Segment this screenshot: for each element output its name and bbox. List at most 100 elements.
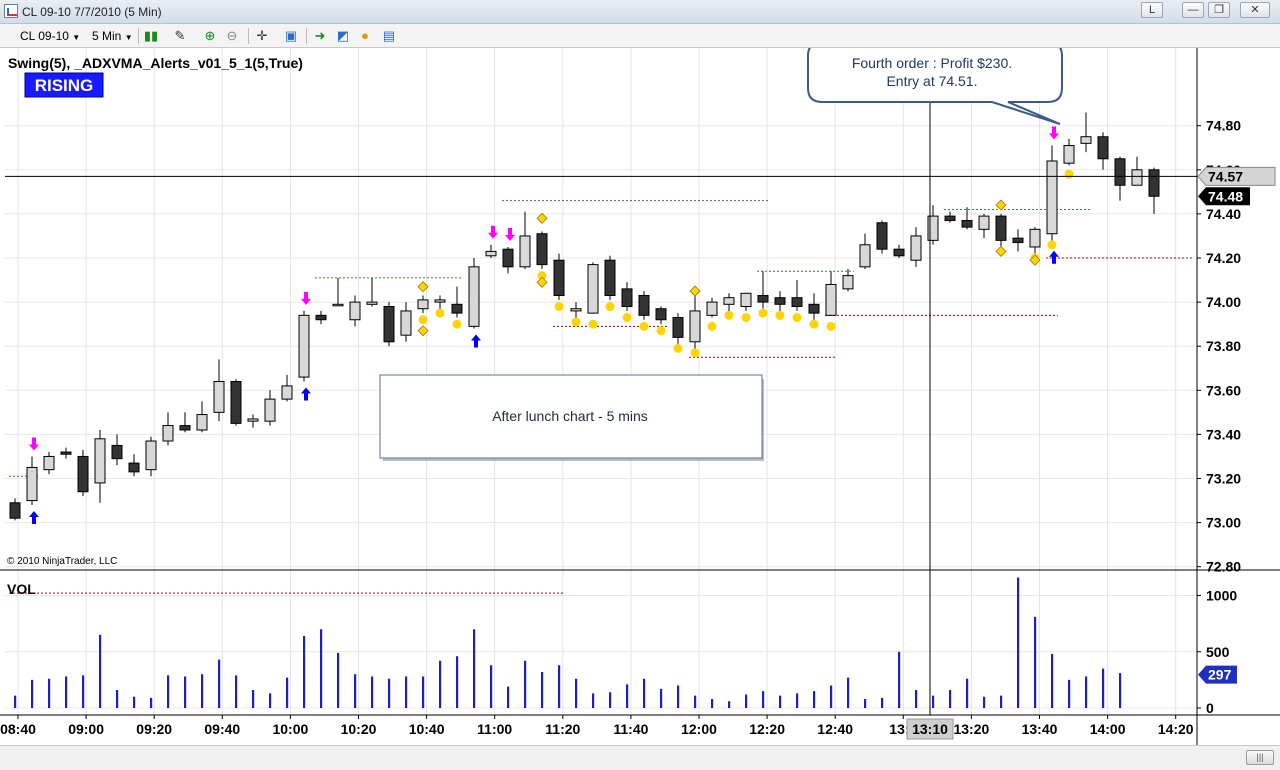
x-tick-label: 08:40 <box>0 721 36 737</box>
adxvma-dot <box>673 343 683 353</box>
candle-body <box>791 297 803 308</box>
minimize-button[interactable]: — <box>1182 2 1204 18</box>
volume-bar <box>388 678 391 708</box>
chart-toolbar: CL 09-10 ▼ 5 Min ▼ ▮▮ ✎ ⊕ ⊖ ✛ ▣ ➜ ◩ ● ▤ <box>0 24 1280 48</box>
adxvma-dots <box>417 169 1074 358</box>
adxvma-dot <box>571 317 581 327</box>
candle-body <box>400 310 412 336</box>
swing-diamond <box>536 212 548 224</box>
adxvma-dot <box>622 313 632 323</box>
x-tick-label: 12:40 <box>817 721 853 737</box>
candle-body <box>519 235 531 268</box>
volume-bar <box>643 678 646 708</box>
volume-bar <box>796 693 799 708</box>
candle-body <box>196 414 208 431</box>
y-tick-label: 73.00 <box>1206 515 1241 531</box>
data-box-icon[interactable]: ▤ <box>381 28 397 44</box>
volume-bar <box>31 679 34 708</box>
volume-bar <box>847 677 850 708</box>
candle-body <box>502 248 514 268</box>
candle-body <box>1063 145 1075 164</box>
volume-bar <box>286 677 289 708</box>
x-tick-label: 14:20 <box>1158 721 1194 737</box>
adxvma-dot <box>639 321 649 331</box>
volume-bar <box>218 659 221 708</box>
horizontal-scrollbar[interactable]: ||| <box>0 745 1280 770</box>
close-button[interactable]: ✕ <box>1240 2 1270 18</box>
volume-bar <box>694 695 697 708</box>
volume-bar <box>1085 676 1088 708</box>
adxvma-dot <box>741 313 751 323</box>
candle-body <box>451 303 463 314</box>
properties-icon[interactable]: ▣ <box>283 28 299 44</box>
y-tick-label: 72.80 <box>1206 559 1241 575</box>
coin-icon[interactable]: ● <box>357 28 373 44</box>
sell-arrow <box>505 227 515 241</box>
volume-bar <box>1102 668 1105 708</box>
buy-arrow <box>1049 250 1059 264</box>
instrument-selector[interactable]: CL 09-10 ▼ <box>20 28 80 44</box>
y-tick-label: 74.20 <box>1206 250 1241 266</box>
candle-body <box>621 288 633 308</box>
volume-bar <box>490 665 493 708</box>
volume-bar <box>133 696 136 708</box>
sell-arrow <box>1049 126 1059 140</box>
scroll-thumb[interactable]: ||| <box>1246 750 1274 765</box>
candle-body <box>315 314 327 321</box>
interval-label: 5 Min <box>92 29 122 43</box>
candle-body <box>842 275 854 290</box>
volume-bar <box>745 694 748 708</box>
volume-bar <box>235 675 238 708</box>
volume-tick-label: 1000 <box>1206 588 1237 604</box>
candle-body <box>774 297 786 305</box>
maximize-button[interactable]: ❐ <box>1208 2 1230 18</box>
candle-body <box>604 259 616 296</box>
zoom-out-icon[interactable]: ⊖ <box>224 28 240 44</box>
volume-bar <box>966 678 969 708</box>
toolbar-divider <box>306 28 307 44</box>
candle-body <box>468 266 480 327</box>
candle-body <box>995 215 1007 241</box>
candle-body <box>876 222 888 250</box>
sell-arrow <box>488 225 498 239</box>
candle-body <box>706 301 718 316</box>
volume-bar <box>813 691 816 708</box>
volume-bar <box>456 656 459 708</box>
candle-body <box>485 250 497 257</box>
volume-bar <box>1034 616 1037 708</box>
volume-bar <box>439 660 442 708</box>
x-tick-label: 13:20 <box>953 721 989 737</box>
volume-bar <box>150 697 153 708</box>
candle-body <box>349 301 361 321</box>
x-tick-label: 12:20 <box>749 721 785 737</box>
callout-line-1: Fourth order : Profit $230. <box>852 55 1012 71</box>
chart-style-icon[interactable]: ▮▮ <box>143 28 159 44</box>
chart-canvas[interactable]: 08:40 09:00 09:20 09:40 10:00 10:20 10:40 11:00… <box>0 48 1280 745</box>
candle-body <box>1131 169 1143 186</box>
volume-bar <box>558 665 561 708</box>
candle-body <box>808 303 820 314</box>
candle-body <box>366 301 378 305</box>
last-volume-tag: 297 <box>1208 667 1232 683</box>
indicators-icon[interactable]: ◩ <box>335 28 351 44</box>
adxvma-dot <box>418 315 428 325</box>
zoom-in-icon[interactable]: ⊕ <box>202 28 218 44</box>
volume-bar <box>728 701 731 708</box>
volume-bar <box>830 685 833 708</box>
volume-bar <box>626 684 629 708</box>
candle-body <box>672 317 684 338</box>
volume-bar <box>541 672 544 708</box>
candle-body <box>26 466 38 502</box>
volume-bar <box>1119 673 1122 708</box>
candle-body <box>723 297 735 305</box>
chart-area[interactable]: 08:40 09:00 09:20 09:40 10:00 10:20 10:40 11:00… <box>0 48 1280 745</box>
crosshair-icon[interactable]: ✛ <box>254 28 270 44</box>
drawing-tool-icon[interactable]: ✎ <box>172 28 188 44</box>
y-tick-label: 74.80 <box>1206 118 1241 134</box>
interval-selector[interactable]: 5 Min ▼ <box>92 28 133 44</box>
strategies-icon[interactable]: ➜ <box>312 28 328 44</box>
candle-body <box>689 310 701 343</box>
link-button[interactable]: L <box>1141 2 1163 18</box>
volume-bar <box>184 676 187 708</box>
trend-badge: RISING <box>35 76 94 95</box>
